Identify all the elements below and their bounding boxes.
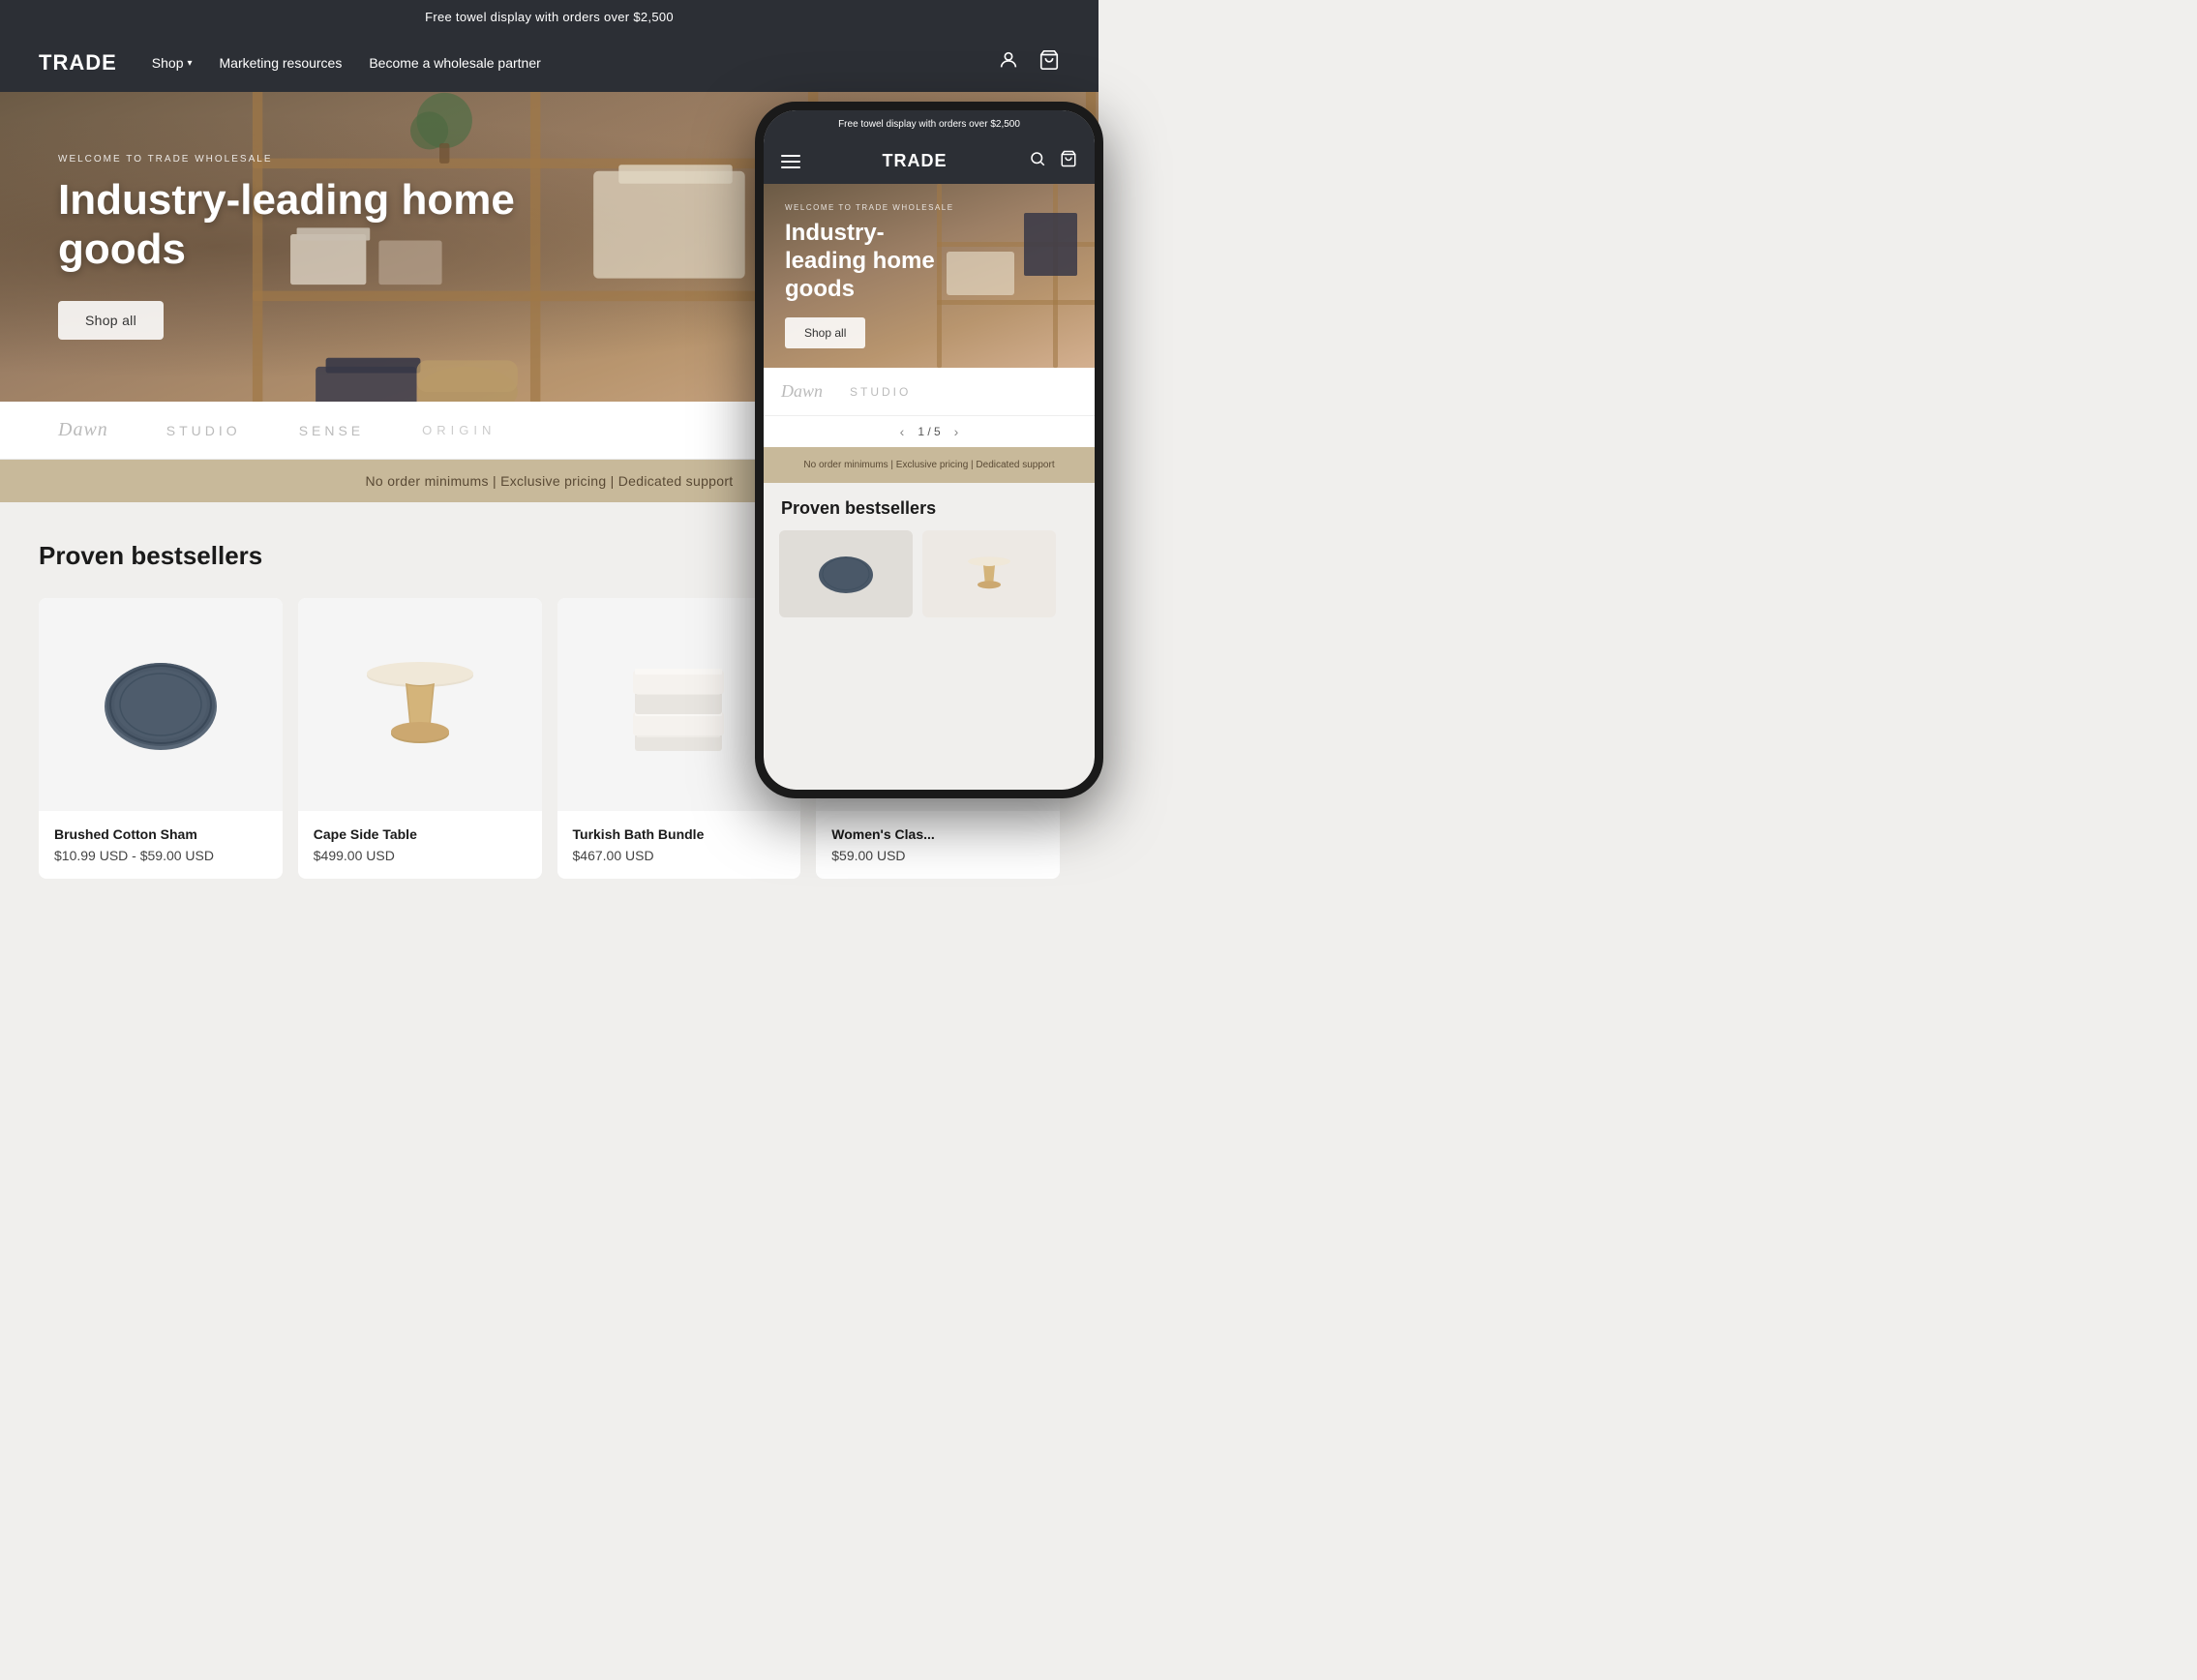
shop-chevron-icon: ▾ xyxy=(187,58,192,69)
product-card-3[interactable]: Women's Clas... $59.00 USD xyxy=(816,598,1060,879)
bestsellers-section: Proven bestsellers Brushed Cotton Sham xyxy=(0,502,1098,927)
cart-icon[interactable] xyxy=(1038,49,1060,76)
brand-studio[interactable]: STUDIO xyxy=(166,423,241,438)
nav-wholesale-label: Become a wholesale partner xyxy=(369,55,540,71)
announcement-text: Free towel display with orders over $2,5… xyxy=(425,10,674,24)
product-image-2 xyxy=(557,598,801,811)
product-price-2: $467.00 USD xyxy=(573,848,786,863)
hero-shop-all-button[interactable]: Shop all xyxy=(58,301,164,340)
logo[interactable]: TRADE xyxy=(39,50,117,75)
hero-eyebrow: WELCOME TO TRADE WHOLESALE xyxy=(58,154,523,165)
brand-dawn[interactable]: Dawn xyxy=(58,419,108,441)
hero-title: Industry-leading home goods xyxy=(58,176,523,274)
nav-marketing[interactable]: Marketing resources xyxy=(220,55,343,71)
product-name-3: Women's Clas... xyxy=(831,826,1044,842)
products-grid: Brushed Cotton Sham $10.99 USD - $59.00 … xyxy=(39,598,1060,879)
product-name-0: Brushed Cotton Sham xyxy=(54,826,267,842)
product-info-1: Cape Side Table $499.00 USD xyxy=(298,811,542,879)
product-image-3 xyxy=(816,598,1060,811)
nav-wholesale[interactable]: Become a wholesale partner xyxy=(369,55,540,71)
nav-marketing-label: Marketing resources xyxy=(220,55,343,71)
product-price-3: $59.00 USD xyxy=(831,848,1044,863)
main-nav: Shop ▾ Marketing resources Become a whol… xyxy=(152,55,541,71)
bestsellers-title: Proven bestsellers xyxy=(39,541,1060,571)
product-info-2: Turkish Bath Bundle $467.00 USD xyxy=(557,811,801,879)
header-left: TRADE Shop ▾ Marketing resources Become … xyxy=(39,50,541,75)
brand-strip: Dawn STUDIO SENSE ORIGIN xyxy=(0,402,1098,460)
header: TRADE Shop ▾ Marketing resources Become … xyxy=(0,34,1098,92)
account-icon[interactable] xyxy=(998,49,1019,76)
value-bar: No order minimums | Exclusive pricing | … xyxy=(0,460,1098,502)
product-info-0: Brushed Cotton Sham $10.99 USD - $59.00 … xyxy=(39,811,283,879)
product-name-1: Cape Side Table xyxy=(314,826,527,842)
product-image-0 xyxy=(39,598,283,811)
hero-content: WELCOME TO TRADE WHOLESALE Industry-lead… xyxy=(0,154,581,340)
nav-shop[interactable]: Shop ▾ xyxy=(152,55,193,71)
brand-origin[interactable]: ORIGIN xyxy=(422,423,496,437)
product-name-2: Turkish Bath Bundle xyxy=(573,826,786,842)
announcement-bar: Free towel display with orders over $2,5… xyxy=(0,0,1098,34)
product-info-3: Women's Clas... $59.00 USD xyxy=(816,811,1060,879)
product-image-1 xyxy=(298,598,542,811)
product-card-1[interactable]: Cape Side Table $499.00 USD xyxy=(298,598,542,879)
value-bar-text: No order minimums | Exclusive pricing | … xyxy=(366,473,734,489)
header-right xyxy=(998,49,1060,76)
product-price-1: $499.00 USD xyxy=(314,848,527,863)
product-card-2[interactable]: Turkish Bath Bundle $467.00 USD xyxy=(557,598,801,879)
product-card-0[interactable]: Brushed Cotton Sham $10.99 USD - $59.00 … xyxy=(39,598,283,879)
product-price-0: $10.99 USD - $59.00 USD xyxy=(54,848,267,863)
hero-section: WELCOME TO TRADE WHOLESALE Industry-lead… xyxy=(0,92,1098,402)
nav-shop-label: Shop xyxy=(152,55,184,71)
brand-sense[interactable]: SENSE xyxy=(299,423,364,438)
page-wrapper: Free towel display with orders over $2,5… xyxy=(0,0,1098,927)
